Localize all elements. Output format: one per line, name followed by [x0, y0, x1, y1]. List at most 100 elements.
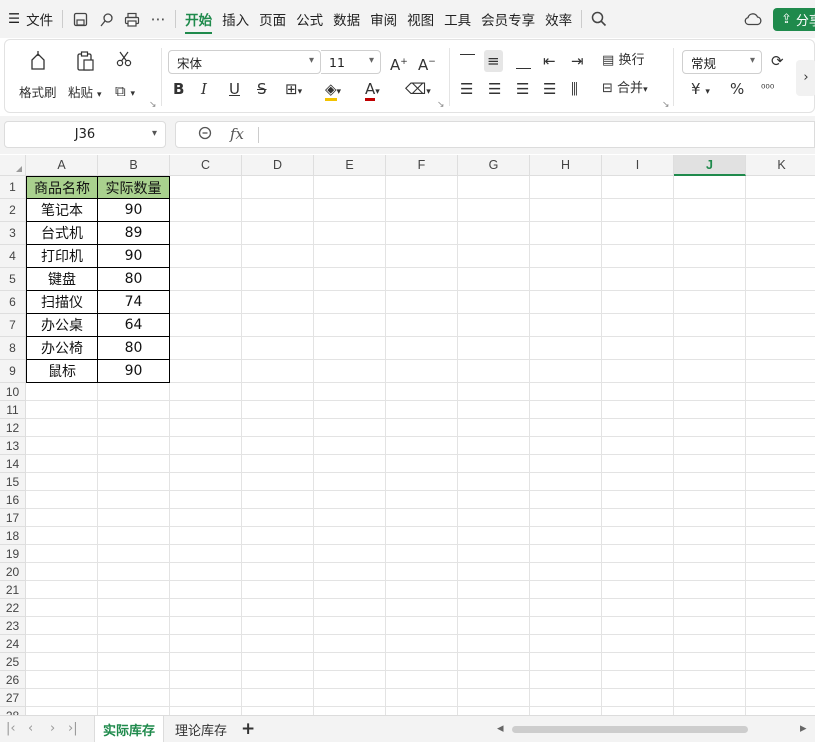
cut-icon[interactable] [115, 50, 133, 72]
column-header-b[interactable]: B [98, 155, 170, 176]
merge-button[interactable]: ⊟ 合并▾ [602, 78, 648, 100]
row-header-16[interactable]: 16 [0, 491, 26, 509]
table-cell[interactable]: 89 [98, 222, 170, 245]
row-header-27[interactable]: 27 [0, 689, 26, 707]
table-cell[interactable]: 办公桌 [26, 314, 98, 337]
formula-input-area[interactable]: fx [175, 121, 815, 148]
name-box[interactable]: J36 ▾ [4, 121, 166, 148]
row-header-18[interactable]: 18 [0, 527, 26, 545]
prev-sheet-icon[interactable]: ‹ [28, 721, 33, 736]
column-header-i[interactable]: I [602, 155, 674, 176]
row-header-22[interactable]: 22 [0, 599, 26, 617]
row-header-17[interactable]: 17 [0, 509, 26, 527]
italic-icon[interactable]: I [201, 78, 207, 100]
table-cell[interactable]: 80 [98, 268, 170, 291]
decrease-font-icon[interactable]: A− [418, 51, 436, 74]
bold-icon[interactable]: B [173, 78, 184, 100]
scroll-right-icon[interactable]: ▸ [800, 721, 807, 736]
table-cell[interactable]: 扫描仪 [26, 291, 98, 314]
alignment-launcher-icon[interactable]: ↘ [662, 100, 670, 110]
row-header-14[interactable]: 14 [0, 455, 26, 473]
tab-insert[interactable]: 插入 [217, 0, 254, 38]
column-header-h[interactable]: H [530, 155, 602, 176]
tab-data[interactable]: 数据 [328, 0, 365, 38]
clipboard-launcher-icon[interactable]: ↘ [149, 100, 157, 110]
row-header-6[interactable]: 6 [0, 291, 26, 314]
select-all-corner[interactable] [0, 155, 26, 176]
strikethrough-icon[interactable]: S [257, 78, 267, 100]
row-header-19[interactable]: 19 [0, 545, 26, 563]
row-header-7[interactable]: 7 [0, 314, 26, 337]
align-left-icon[interactable]: ☰ [460, 78, 473, 100]
align-middle-icon[interactable]: ≡ [484, 50, 503, 72]
sheet-tab-theory[interactable]: 理论库存 [166, 716, 236, 742]
row-header-2[interactable]: 2 [0, 199, 26, 222]
currency-button[interactable]: ¥ ▾ [691, 78, 710, 100]
zoom-icon[interactable] [198, 126, 213, 145]
first-sheet-icon[interactable]: |‹ [6, 721, 16, 736]
row-header-24[interactable]: 24 [0, 635, 26, 653]
add-sheet-icon[interactable]: + [241, 719, 255, 739]
row-header-11[interactable]: 11 [0, 401, 26, 419]
clear-format-button[interactable]: ⌫▾ [405, 78, 431, 100]
row-header-26[interactable]: 26 [0, 671, 26, 689]
row-header-28[interactable]: 28 [0, 707, 26, 715]
table-cell[interactable]: 64 [98, 314, 170, 337]
row-header-10[interactable]: 10 [0, 383, 26, 401]
row-header-12[interactable]: 12 [0, 419, 26, 437]
font-size-select[interactable]: 11 ▾ [321, 50, 381, 74]
save-icon[interactable] [67, 0, 93, 38]
table-cell[interactable]: 90 [98, 199, 170, 222]
copy-button[interactable]: ⧉ ▾ [115, 80, 135, 102]
align-right-icon[interactable]: ☰ [516, 78, 529, 100]
row-header-20[interactable]: 20 [0, 563, 26, 581]
column-header-d[interactable]: D [242, 155, 314, 176]
tab-member[interactable]: 会员专享 [476, 0, 540, 38]
column-header-j[interactable]: J [674, 155, 746, 176]
font-name-select[interactable]: 宋体 ▾ [168, 50, 321, 74]
row-header-23[interactable]: 23 [0, 617, 26, 635]
tab-tools[interactable]: 工具 [439, 0, 476, 38]
spreadsheet-grid[interactable]: A B C D E F G H I J K 1 2 3 4 5 6 7 8 9 10 11 12 13 14 15 16 17 18 19… [0, 155, 815, 715]
row-header-1[interactable]: 1 [0, 176, 26, 199]
row-header-5[interactable]: 5 [0, 268, 26, 291]
decrease-indent-icon[interactable]: ⇤ [543, 50, 556, 72]
table-cell[interactable]: 90 [98, 245, 170, 268]
column-header-e[interactable]: E [314, 155, 386, 176]
tab-view[interactable]: 视图 [402, 0, 439, 38]
font-launcher-icon[interactable]: ↘ [437, 100, 445, 110]
ribbon-scroll-right-icon[interactable]: › [796, 60, 815, 96]
column-header-f[interactable]: F [386, 155, 458, 176]
sheet-tab-actual[interactable]: 实际库存 [94, 716, 164, 742]
horizontal-scrollbar[interactable] [512, 726, 748, 733]
table-cell[interactable]: 74 [98, 291, 170, 314]
table-cell[interactable]: 90 [98, 360, 170, 383]
table-cell[interactable]: 办公椅 [26, 337, 98, 360]
row-header-25[interactable]: 25 [0, 653, 26, 671]
cloud-icon[interactable] [740, 0, 766, 38]
increase-indent-icon[interactable]: ⇥ [571, 50, 584, 72]
table-cell[interactable]: 笔记本 [26, 199, 98, 222]
tab-home[interactable]: 开始 [180, 0, 217, 38]
row-header-9[interactable]: 9 [0, 360, 26, 383]
row-header-4[interactable]: 4 [0, 245, 26, 268]
search-icon[interactable] [586, 0, 612, 38]
scroll-left-icon[interactable]: ◂ [497, 721, 504, 736]
table-cell[interactable]: 打印机 [26, 245, 98, 268]
tab-formula[interactable]: 公式 [291, 0, 328, 38]
convert-icon[interactable]: ⟳ [771, 50, 784, 72]
tab-page[interactable]: 页面 [254, 0, 291, 38]
export-icon[interactable] [93, 0, 119, 38]
thousands-icon[interactable]: ⁰⁰⁰ [761, 78, 774, 100]
row-header-13[interactable]: 13 [0, 437, 26, 455]
align-center-icon[interactable]: ☰ [488, 78, 501, 100]
table-cell[interactable]: 鼠标 [26, 360, 98, 383]
table-header-cell[interactable]: 实际数量 [98, 176, 170, 199]
column-header-c[interactable]: C [170, 155, 242, 176]
last-sheet-icon[interactable]: ›| [68, 721, 78, 736]
tab-review[interactable]: 审阅 [365, 0, 402, 38]
print-icon[interactable] [119, 0, 145, 38]
next-sheet-icon[interactable]: › [50, 721, 55, 736]
table-cell[interactable]: 台式机 [26, 222, 98, 245]
function-icon[interactable]: fx [230, 125, 244, 143]
